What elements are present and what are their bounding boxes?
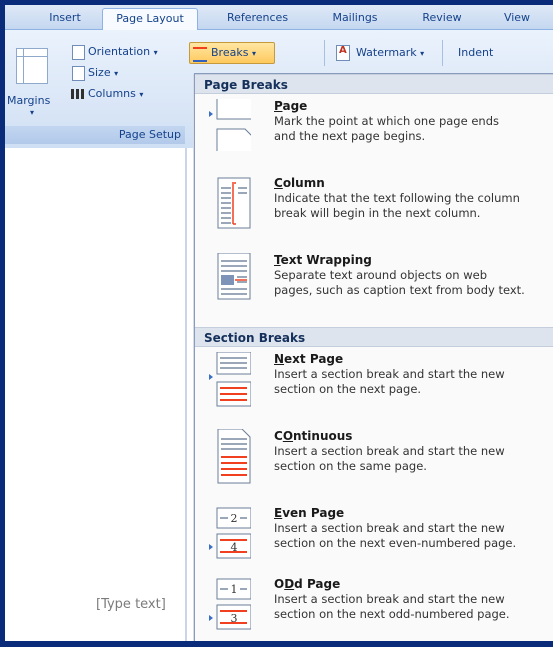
section-breaks-header: Section Breaks xyxy=(195,327,553,347)
watermark-label: Watermark xyxy=(356,46,417,59)
menu-item-even-page[interactable]: 2 4 Even Page Insert a section break and… xyxy=(195,506,553,580)
ribbon-separator xyxy=(442,40,443,66)
margins-icon[interactable] xyxy=(16,48,48,84)
next-page-item-description: Insert a section break and start the new… xyxy=(274,367,505,396)
tab-insert[interactable]: Insert xyxy=(40,8,90,28)
watermark-icon xyxy=(336,45,350,61)
breaks-label: Breaks xyxy=(211,46,249,59)
columns-icon xyxy=(71,89,84,99)
columns-button[interactable]: Columns ▾ xyxy=(88,87,143,100)
continuous-item-description: Insert a section break and start the new… xyxy=(274,444,505,473)
menu-item-next-page[interactable]: Next Page Insert a section break and sta… xyxy=(195,352,553,426)
orientation-button[interactable]: Orientation ▾ xyxy=(88,45,158,58)
odd-icon-digit-top: 1 xyxy=(231,583,238,596)
breaks-menu: Page Breaks Page Mark the point at which… xyxy=(194,73,553,642)
watermark-button[interactable]: Watermark ▾ xyxy=(356,46,424,59)
header-placeholder-text[interactable]: [Type text] xyxy=(96,597,166,612)
continuous-item-title: COntinuous xyxy=(274,429,353,443)
odd-page-item-title: ODd Page xyxy=(274,577,341,591)
even-page-item-description: Insert a section break and start the new… xyxy=(274,521,517,550)
orientation-label: Orientation xyxy=(88,45,151,58)
even-icon-digit-bottom: 4 xyxy=(231,541,238,554)
menu-item-text-wrapping[interactable]: Text Wrapping Separate text around objec… xyxy=(195,253,553,327)
tab-view[interactable]: View xyxy=(497,8,537,28)
page-break-icon xyxy=(209,99,251,151)
tab-review[interactable]: Review xyxy=(417,8,467,28)
size-icon xyxy=(72,66,85,81)
tab-mailings[interactable]: Mailings xyxy=(325,8,385,28)
tab-references[interactable]: References xyxy=(220,8,295,28)
ribbon-separator xyxy=(324,40,325,66)
ribbon-tab-strip: Insert Page Layout References Mailings R… xyxy=(5,5,553,30)
document-edge xyxy=(185,148,187,641)
menu-item-continuous[interactable]: COntinuous Insert a section break and st… xyxy=(195,429,553,503)
column-break-icon xyxy=(217,177,251,229)
continuous-break-icon xyxy=(217,429,251,484)
even-page-break-icon: 2 4 xyxy=(209,507,251,559)
even-icon-digit-top: 2 xyxy=(231,512,238,525)
margins-dropdown-icon[interactable]: ▾ xyxy=(30,108,34,117)
menu-item-column[interactable]: Column Indicate that the text following … xyxy=(195,176,553,250)
odd-page-item-description: Insert a section break and start the new… xyxy=(274,592,510,621)
page-item-description: Mark the point at which one page ends and… xyxy=(274,114,499,143)
column-item-description: Indicate that the text following the col… xyxy=(274,191,520,220)
page-breaks-header: Page Breaks xyxy=(195,74,553,94)
indent-label: Indent xyxy=(458,46,494,59)
chevron-down-icon: ▾ xyxy=(420,49,425,58)
next-page-break-icon xyxy=(209,352,251,407)
page-setup-group-caption: Page Setup xyxy=(5,126,185,144)
next-page-item-title: Next Page xyxy=(274,352,344,366)
menu-item-page[interactable]: Page Mark the point at which one page en… xyxy=(195,99,553,173)
margins-button[interactable]: Margins xyxy=(7,94,50,107)
chevron-down-icon: ▾ xyxy=(251,49,256,58)
page-setup-label: Page Setup xyxy=(118,128,181,141)
window-frame-bottom xyxy=(0,641,553,647)
breaks-button[interactable]: Breaks ▾ xyxy=(189,42,275,64)
text-wrapping-item-title: Text Wrapping xyxy=(274,253,372,267)
orientation-icon xyxy=(72,45,85,60)
text-wrapping-item-description: Separate text around objects on web pages… xyxy=(274,268,525,297)
even-page-item-title: Even Page xyxy=(274,506,345,520)
chevron-down-icon: ▾ xyxy=(153,48,158,57)
tab-page-layout[interactable]: Page Layout xyxy=(102,8,198,30)
page-item-title: Page xyxy=(274,99,308,113)
column-item-title: Column xyxy=(274,176,325,190)
odd-icon-digit-bottom: 3 xyxy=(231,612,238,625)
window-frame-left xyxy=(0,0,5,647)
document-page[interactable] xyxy=(5,148,188,641)
breaks-icon xyxy=(193,47,207,62)
chevron-down-icon: ▾ xyxy=(139,90,144,99)
size-label: Size xyxy=(88,66,111,79)
chevron-down-icon: ▾ xyxy=(114,69,119,78)
columns-label: Columns xyxy=(88,87,136,100)
size-button[interactable]: Size ▾ xyxy=(88,66,118,79)
menu-item-odd-page[interactable]: 1 3 ODd Page Insert a section break and … xyxy=(195,577,553,651)
text-wrapping-icon xyxy=(217,253,251,300)
odd-page-break-icon: 1 3 xyxy=(209,578,251,630)
